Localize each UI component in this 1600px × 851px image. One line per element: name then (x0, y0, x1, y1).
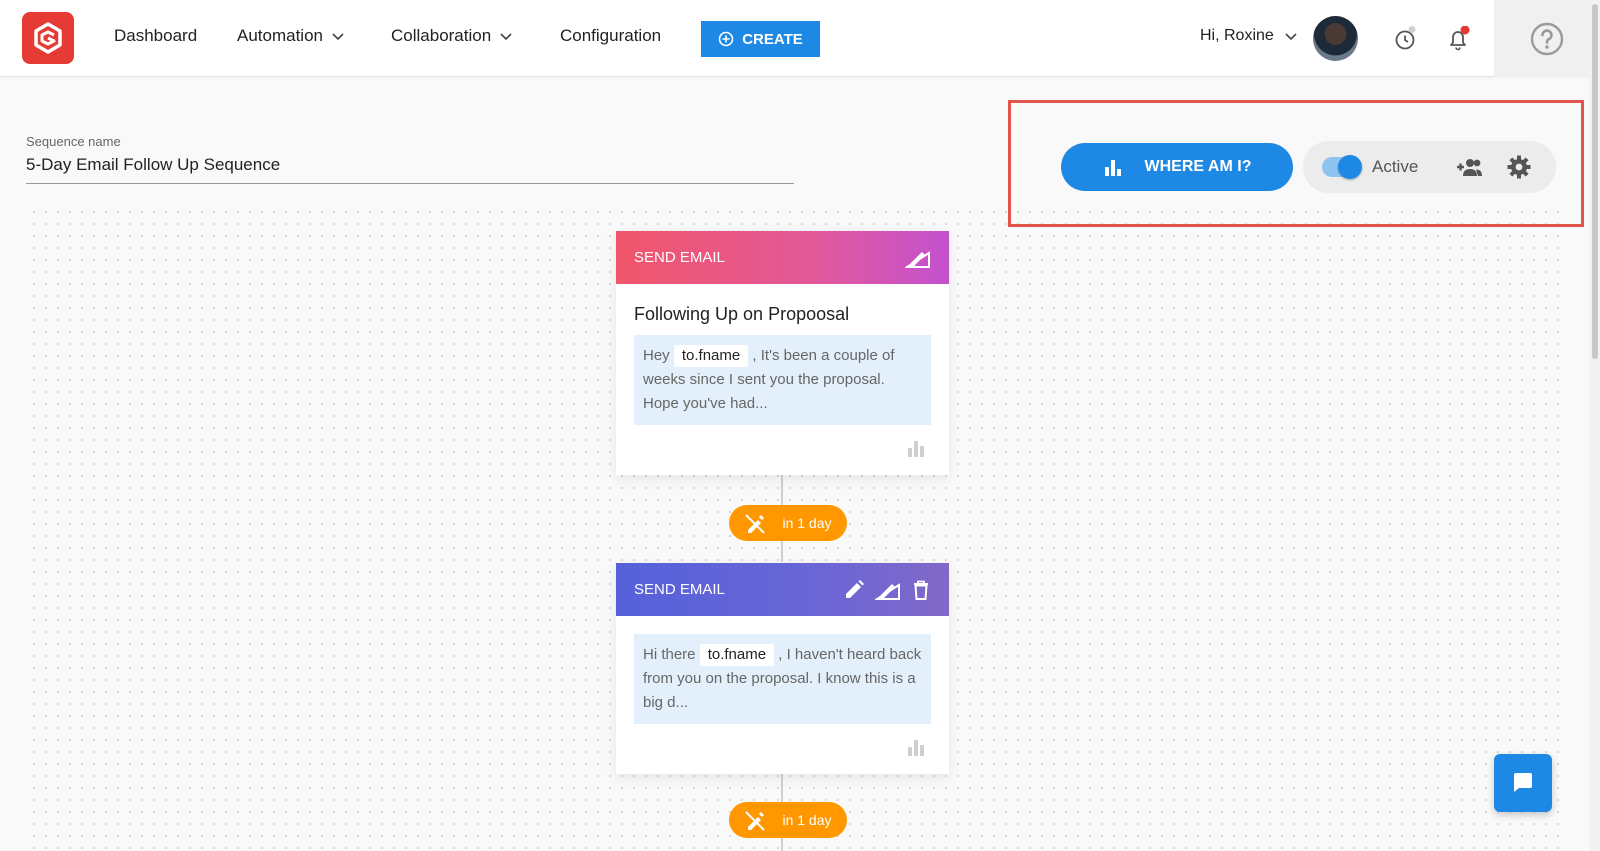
step-footer (616, 425, 949, 475)
sequence-name-input[interactable] (26, 152, 794, 184)
scrollbar[interactable] (1590, 0, 1600, 851)
bell-icon[interactable] (1445, 26, 1471, 52)
create-button[interactable]: CREATE (701, 21, 820, 57)
add-group-icon[interactable] (1455, 154, 1483, 180)
gear-icon[interactable] (1505, 154, 1533, 180)
merge-token: to.fname (699, 644, 775, 666)
help-button[interactable] (1494, 0, 1600, 77)
active-label: Active (1372, 157, 1419, 176)
no-edit-icon (745, 514, 766, 534)
bar-chart-icon[interactable] (907, 738, 925, 756)
scrollbar-thumb[interactable] (1592, 4, 1598, 359)
delay-badge[interactable]: in 1 day (729, 505, 847, 541)
delay-badge[interactable]: in 1 day (729, 802, 847, 838)
greeting-label: Hi, Roxine (1200, 27, 1274, 44)
where-am-i-button[interactable]: WHERE AM I? (1061, 143, 1293, 191)
nav-collaboration[interactable]: Collaboration (391, 26, 513, 46)
email-snippet: Hi there to.fname , I haven't heard back… (634, 634, 931, 724)
no-edit-icon (745, 811, 766, 831)
avatar[interactable] (1313, 16, 1358, 61)
send-email-step-2[interactable]: SEND EMAIL Hi there to.fname , I haven't… (616, 563, 949, 774)
logo-icon[interactable] (22, 12, 74, 64)
nav-dashboard-label: Dashboard (114, 26, 198, 45)
step-type-label: SEND EMAIL (634, 581, 725, 598)
nav-configuration-label: Configuration (560, 26, 662, 45)
send-email-step-1[interactable]: SEND EMAIL Following Up on Propoosal Hey… (616, 231, 949, 475)
step-header: SEND EMAIL (616, 231, 949, 284)
nav-dashboard[interactable]: Dashboard (114, 26, 197, 46)
help-icon (1530, 22, 1564, 55)
step-header: SEND EMAIL (616, 563, 949, 616)
create-button-label: CREATE (742, 30, 803, 48)
user-menu[interactable]: Hi, Roxine (1200, 27, 1298, 45)
delay-label: in 1 day (782, 812, 832, 828)
active-toggle[interactable] (1322, 155, 1362, 179)
delay-label: in 1 day (782, 515, 832, 531)
snippet-prefix: Hey (643, 347, 670, 364)
chat-icon (1514, 773, 1532, 792)
plus-circle-icon (718, 31, 734, 47)
toggle-knob (1338, 155, 1362, 179)
merge-token: to.fname (673, 345, 749, 367)
chevron-down-icon (1285, 33, 1297, 41)
chevron-down-icon (500, 33, 512, 41)
where-am-i-label: WHERE AM I? (1144, 158, 1252, 175)
edit-icon[interactable] (843, 579, 865, 601)
snippet-prefix: Hi there (643, 646, 696, 663)
nav-automation-label: Automation (237, 26, 323, 45)
trash-icon[interactable] (911, 579, 931, 601)
pencil-ruler-icon[interactable] (875, 579, 901, 601)
step-type-label: SEND EMAIL (634, 249, 725, 266)
top-navigation-bar: Dashboard Automation Collaboration Confi… (0, 0, 1600, 77)
chevron-down-icon (332, 33, 344, 41)
bar-chart-icon[interactable] (907, 439, 925, 457)
nav-configuration[interactable]: Configuration (560, 26, 661, 46)
step-footer (616, 724, 949, 774)
chat-button[interactable] (1494, 754, 1552, 812)
bar-chart-icon (1104, 160, 1121, 176)
email-subject: Following Up on Propoosal (634, 304, 850, 324)
nav-automation[interactable]: Automation (237, 26, 345, 46)
pencil-ruler-icon[interactable] (905, 247, 931, 269)
history-icon[interactable] (1392, 26, 1418, 52)
sequence-name-label: Sequence name (26, 134, 121, 149)
nav-collaboration-label: Collaboration (391, 26, 492, 45)
email-snippet: Hey to.fname , It's been a couple of wee… (634, 335, 931, 425)
